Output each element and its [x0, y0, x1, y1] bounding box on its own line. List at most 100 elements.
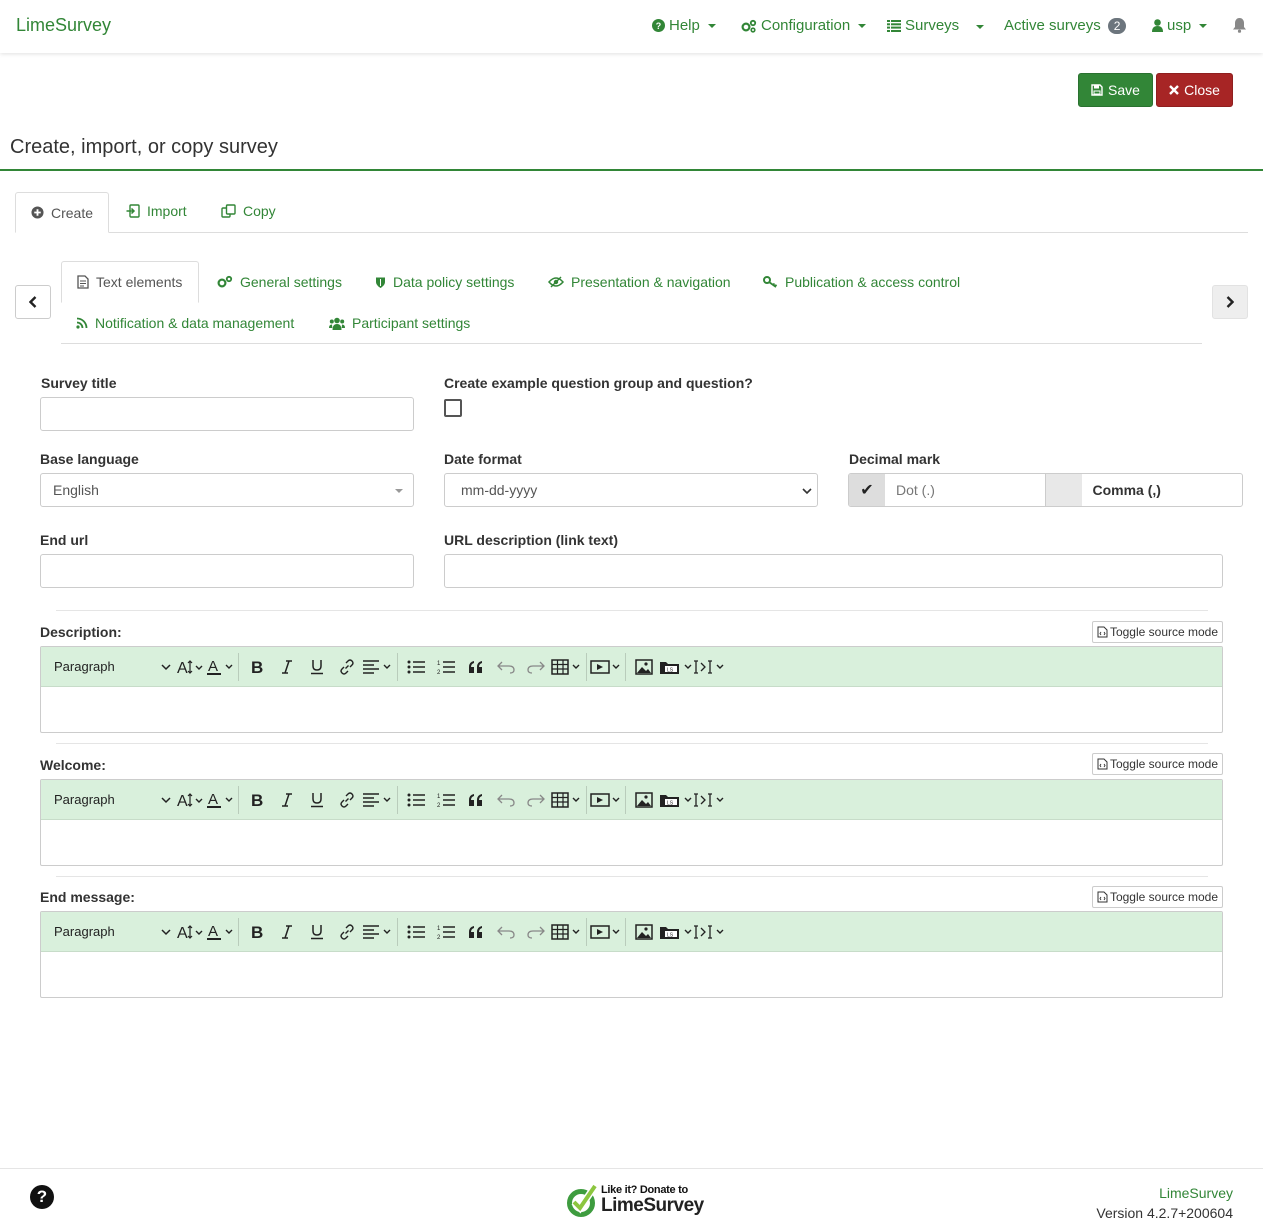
base-language-select[interactable]: English — [40, 473, 414, 507]
numbered-list-icon[interactable]: 12 — [431, 785, 461, 815]
tab-general-settings[interactable]: General settings — [217, 274, 342, 290]
blockquote-icon[interactable] — [461, 917, 491, 947]
tab-notification-data[interactable]: Notification & data management — [76, 315, 294, 331]
italic-icon[interactable] — [272, 785, 302, 815]
tabs-scroll-left-button[interactable] — [15, 285, 51, 319]
bulleted-list-icon[interactable] — [401, 917, 431, 947]
table-icon[interactable] — [551, 785, 583, 815]
user-menu[interactable]: usp — [1152, 17, 1208, 34]
underline-icon[interactable] — [302, 652, 332, 682]
save-button[interactable]: Save — [1078, 73, 1153, 107]
align-icon[interactable] — [362, 785, 394, 815]
paragraph-format-dropdown[interactable]: Paragraph — [41, 652, 175, 682]
link-icon[interactable] — [332, 917, 362, 947]
tab-publication-access[interactable]: Publication & access control — [763, 274, 960, 290]
underline-icon[interactable] — [302, 785, 332, 815]
close-button[interactable]: Close — [1156, 73, 1233, 107]
table-icon[interactable] — [551, 917, 583, 947]
image-icon[interactable] — [629, 917, 659, 947]
donate-link[interactable]: Like it? Donate to LimeSurvey — [566, 1182, 704, 1218]
surveys-dropdown-caret[interactable] — [976, 25, 984, 29]
media-embed-icon[interactable] — [590, 917, 622, 947]
italic-icon[interactable] — [272, 917, 302, 947]
surveys-menu[interactable]: Surveys — [887, 17, 959, 34]
italic-icon[interactable] — [272, 652, 302, 682]
link-icon[interactable] — [332, 785, 362, 815]
media-embed-icon[interactable] — [590, 652, 622, 682]
example-question-checkbox[interactable] — [444, 399, 462, 417]
end-url-input[interactable] — [40, 554, 414, 588]
decimal-comma-option[interactable]: Comma (,) — [1045, 474, 1243, 506]
end-message-editor-content[interactable] — [41, 953, 1222, 997]
bulleted-list-icon[interactable] — [401, 785, 431, 815]
font-color-icon[interactable]: A — [205, 917, 235, 947]
decimal-comma-indicator — [1045, 474, 1082, 506]
date-format-select[interactable]: mm-dd-yyyy — [444, 473, 818, 507]
chevron-down-icon — [161, 659, 171, 674]
tab-copy[interactable]: Copy — [221, 203, 276, 219]
table-icon[interactable] — [551, 652, 583, 682]
configuration-menu[interactable]: Configuration — [741, 17, 867, 34]
blockquote-icon[interactable] — [461, 652, 491, 682]
tab-create[interactable]: Create — [15, 192, 109, 233]
expression-manager-icon[interactable] — [693, 652, 725, 682]
tab-text-elements[interactable]: Text elements — [61, 261, 199, 303]
caret-down-icon — [858, 23, 867, 28]
footer-brand-link[interactable]: LimeSurvey — [1159, 1185, 1233, 1201]
font-color-icon[interactable]: A — [205, 785, 235, 815]
image-icon[interactable] — [629, 785, 659, 815]
tab-data-policy[interactable]: Data policy settings — [375, 274, 514, 290]
welcome-editor-content[interactable] — [41, 821, 1222, 865]
paragraph-format-dropdown[interactable]: Paragraph — [41, 917, 175, 947]
tabs-scroll-right-button[interactable] — [1212, 285, 1248, 319]
link-icon[interactable] — [332, 652, 362, 682]
expression-manager-icon[interactable] — [693, 917, 725, 947]
redo-icon[interactable] — [521, 917, 551, 947]
file-manager-icon[interactable]: LS — [659, 652, 693, 682]
font-size-icon[interactable]: A — [175, 652, 205, 682]
align-icon[interactable] — [362, 652, 394, 682]
bold-icon[interactable]: B — [242, 652, 272, 682]
help-question-icon[interactable]: ? — [30, 1185, 54, 1209]
url-description-input[interactable] — [444, 554, 1223, 588]
bold-icon[interactable]: B — [242, 917, 272, 947]
numbered-list-icon[interactable]: 12 — [431, 652, 461, 682]
undo-icon[interactable] — [491, 785, 521, 815]
paragraph-format-dropdown[interactable]: Paragraph — [41, 785, 175, 815]
undo-icon[interactable] — [491, 652, 521, 682]
end-message-toggle-source-button[interactable]: Toggle source mode — [1092, 886, 1223, 908]
divider — [56, 610, 1208, 611]
underline-icon[interactable] — [302, 917, 332, 947]
font-size-icon[interactable]: A — [175, 785, 205, 815]
decimal-dot-option[interactable]: ✔ Dot (.) — [849, 474, 1046, 506]
bell-icon[interactable] — [1232, 17, 1247, 33]
active-surveys-link[interactable]: Active surveys 2 — [1004, 17, 1127, 34]
welcome-toggle-source-button[interactable]: Toggle source mode — [1092, 753, 1223, 775]
survey-title-input[interactable] — [40, 397, 414, 431]
file-manager-icon[interactable]: LS — [659, 917, 693, 947]
expression-manager-icon[interactable] — [693, 785, 725, 815]
tab-presentation-navigation[interactable]: Presentation & navigation — [548, 274, 731, 290]
font-size-icon[interactable]: A — [175, 917, 205, 947]
undo-icon[interactable] — [491, 917, 521, 947]
description-editor-content[interactable] — [41, 688, 1222, 732]
image-icon[interactable] — [629, 652, 659, 682]
chevron-left-icon — [29, 296, 37, 308]
help-menu[interactable]: ? Help — [652, 17, 716, 34]
align-icon[interactable] — [362, 917, 394, 947]
tab-participant-settings[interactable]: Participant settings — [329, 315, 470, 331]
tab-import[interactable]: Import — [126, 203, 187, 219]
brand-logo[interactable]: LimeSurvey — [16, 15, 111, 36]
bold-icon[interactable]: B — [242, 785, 272, 815]
bulleted-list-icon[interactable] — [401, 652, 431, 682]
redo-icon[interactable] — [521, 652, 551, 682]
description-toggle-source-button[interactable]: Toggle source mode — [1092, 621, 1223, 643]
numbered-list-icon[interactable]: 12 — [431, 917, 461, 947]
survey-title-label: Survey title — [41, 375, 117, 391]
font-color-icon[interactable]: A — [205, 652, 235, 682]
file-manager-icon[interactable]: LS — [659, 785, 693, 815]
media-embed-icon[interactable] — [590, 785, 622, 815]
blockquote-icon[interactable] — [461, 785, 491, 815]
redo-icon[interactable] — [521, 785, 551, 815]
question-circle-icon: ? — [652, 19, 665, 32]
